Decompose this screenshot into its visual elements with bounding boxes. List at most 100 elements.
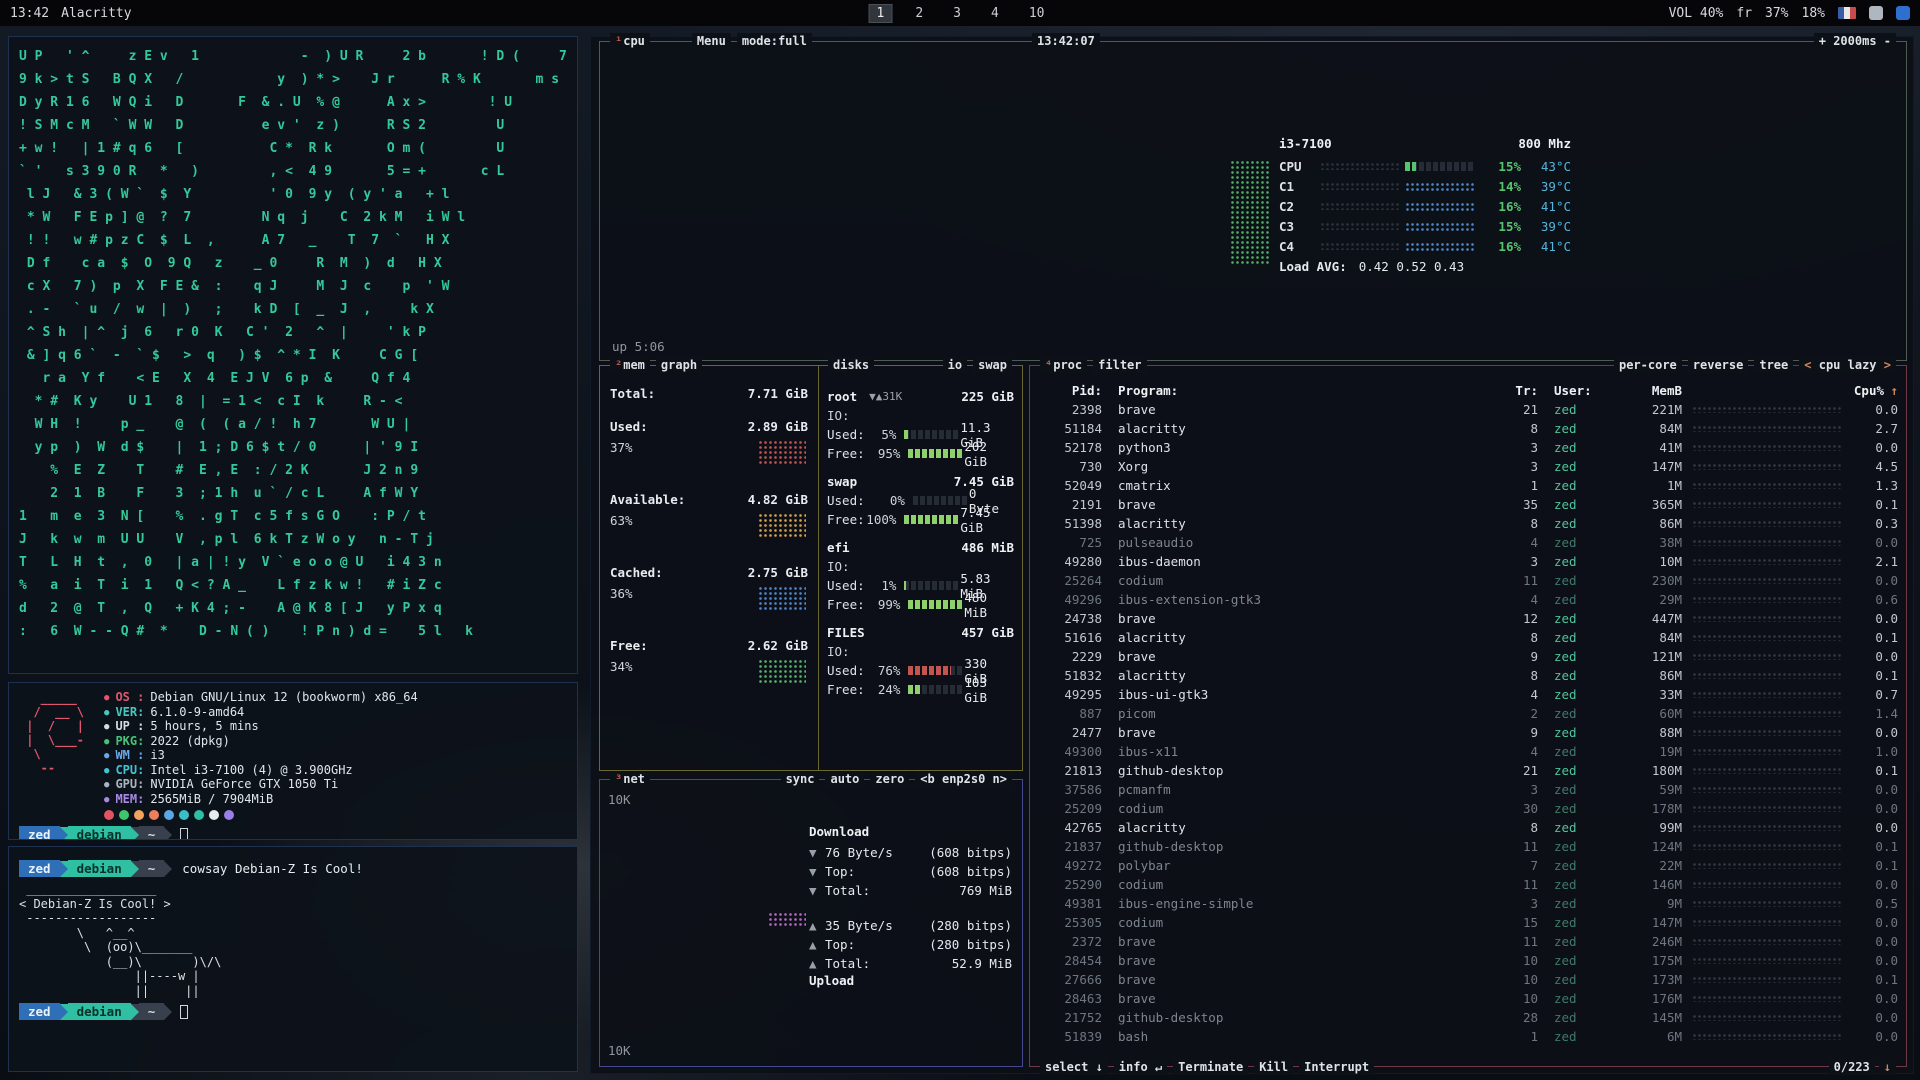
process-row[interactable]: 2477 brave 9 zed 88M 0.0: [1038, 723, 1898, 742]
process-row[interactable]: 52049 cmatrix 1 zed 1M 1.3: [1038, 476, 1898, 495]
cpu-core-row: C4 16% 41°C: [1279, 236, 1571, 256]
process-row[interactable]: 2398 brave 21 zed 221M 0.0: [1038, 400, 1898, 419]
proc-toggle-button[interactable]: per-core: [1614, 357, 1682, 373]
process-row[interactable]: 52178 python3 3 zed 41M 0.0: [1038, 438, 1898, 457]
proc-footer-button[interactable]: Terminate: [1173, 1059, 1248, 1075]
workspace-button[interactable]: 3: [946, 5, 968, 22]
header-threads[interactable]: Tr:: [1502, 383, 1538, 398]
update-interval-control[interactable]: + 2000ms -: [1814, 33, 1896, 49]
net-toggle-button[interactable]: sync: [781, 771, 820, 787]
process-row[interactable]: 24738 brave 12 zed 447M 0.0: [1038, 609, 1898, 628]
mem-panel-title: ²mem: [610, 357, 650, 373]
process-row[interactable]: 49280 ibus-daemon 3 zed 10M 2.1: [1038, 552, 1898, 571]
menu-button[interactable]: Menu: [692, 33, 731, 49]
process-row[interactable]: 51184 alacritty 8 zed 84M 2.7: [1038, 419, 1898, 438]
workspace-button[interactable]: 2: [908, 5, 930, 22]
tray-keyboard-icon[interactable]: [1869, 6, 1883, 20]
process-row[interactable]: 2229 brave 9 zed 121M 0.0: [1038, 647, 1898, 666]
fr-flag-icon[interactable]: [1838, 7, 1856, 19]
net-toggle-button[interactable]: auto: [825, 771, 864, 787]
process-name: codium: [1102, 915, 1502, 930]
proc-toggle-button[interactable]: reverse: [1688, 357, 1749, 373]
mode-button[interactable]: mode:full: [737, 33, 812, 49]
mem-entry-label: Available:: [610, 492, 685, 511]
process-row[interactable]: 49272 polybar 7 zed 22M 0.1: [1038, 856, 1898, 875]
process-row[interactable]: 730 Xorg 3 zed 147M 4.5: [1038, 457, 1898, 476]
process-mem: 124M: [1618, 839, 1682, 854]
net-stats: Download ▼ 76 Byte/s (608 bitps) ▼ Top: …: [809, 824, 1012, 992]
process-row[interactable]: 49296 ibus-extension-gtk3 4 zed 29M 0.6: [1038, 590, 1898, 609]
terminal-cmatrix[interactable]: U P ' ^ z E v 1 - ) U R 2 b ! D ( 7 9 k …: [8, 36, 578, 674]
disk-usage-meter: [908, 600, 964, 609]
process-mem: 22M: [1618, 858, 1682, 873]
cpu-panel: ¹cpu Menu mode:full 13:42:07 + 2000ms - …: [599, 41, 1907, 361]
process-row[interactable]: 49295 ibus-ui-gtk3 4 zed 33M 0.7: [1038, 685, 1898, 704]
process-row[interactable]: 25290 codium 11 zed 146M 0.0: [1038, 875, 1898, 894]
mem-entry-graph: [758, 659, 806, 683]
disk-usage-meter: [904, 581, 960, 590]
process-row[interactable]: 51839 bash 1 zed 6M 0.0: [1038, 1027, 1898, 1046]
fetch-info-line: ●PKG:2022 (dpkg): [104, 735, 418, 750]
net-toggle-button[interactable]: <b enp2s0 n>: [915, 771, 1012, 787]
workspace-button[interactable]: 4: [984, 5, 1006, 22]
process-row[interactable]: 49300 ibus-x11 4 zed 19M 1.0: [1038, 742, 1898, 761]
info-value: Intel i3-7100 (4) @ 3.900GHz: [150, 763, 352, 777]
disks-toggle-button[interactable]: io: [943, 357, 967, 373]
disk-size: 457 GiB: [961, 625, 1014, 640]
header-program[interactable]: Program:: [1102, 383, 1502, 398]
process-row[interactable]: 27666 brave 10 zed 173M 0.1: [1038, 970, 1898, 989]
process-threads: 15: [1502, 915, 1538, 930]
process-row[interactable]: 25305 codium 15 zed 147M 0.0: [1038, 913, 1898, 932]
process-pid: 52049: [1038, 478, 1102, 493]
process-row[interactable]: 25209 codium 30 zed 178M 0.0: [1038, 799, 1898, 818]
terminal-fetch[interactable]: _____ / __ \ | / | | \___- \ -- ●OS :Deb…: [8, 682, 578, 840]
process-row[interactable]: 49381 ibus-engine-simple 3 zed 9M 0.5: [1038, 894, 1898, 913]
proc-footer-button[interactable]: Kill: [1254, 1059, 1293, 1075]
proc-footer-button[interactable]: Interrupt: [1299, 1059, 1374, 1075]
workspace-button[interactable]: 10: [1022, 5, 1052, 22]
process-row[interactable]: 2372 brave 11 zed 246M 0.0: [1038, 932, 1898, 951]
mem-entry-value: 2.62 GiB: [748, 638, 808, 657]
process-row[interactable]: 887 picom 2 zed 60M 1.4: [1038, 704, 1898, 723]
process-cpu: 0.0: [1852, 725, 1898, 740]
scroll-down-icon[interactable]: ↓: [1879, 1059, 1896, 1075]
process-row[interactable]: 51616 alacritty 8 zed 84M 0.1: [1038, 628, 1898, 647]
sort-prev-icon: <: [1804, 358, 1811, 372]
process-cpu: 0.0: [1852, 1010, 1898, 1025]
disk-row: Free: 95% 202 GiB: [827, 444, 1014, 463]
process-row[interactable]: 28463 brave 10 zed 176M 0.0: [1038, 989, 1898, 1008]
terminal-cowsay[interactable]: zeddebian~cowsay Debian-Z Is Cool! _____…: [8, 846, 578, 1072]
disk-row: root ▼▲31K 225 GiB: [827, 387, 1014, 406]
sort-selector[interactable]: < cpu lazy >: [1799, 357, 1896, 373]
mem-entry-label: Cached:: [610, 565, 663, 584]
process-row[interactable]: 25264 codium 11 zed 230M 0.0: [1038, 571, 1898, 590]
process-row[interactable]: 21837 github-desktop 11 zed 124M 0.1: [1038, 837, 1898, 856]
tray-app-icon[interactable]: [1896, 6, 1910, 20]
header-cpu[interactable]: Cpu%: [1838, 383, 1884, 398]
disk-name: efi: [827, 540, 850, 555]
proc-footer-button[interactable]: info ↵: [1114, 1059, 1167, 1075]
process-row[interactable]: 51398 alacritty 8 zed 86M 0.3: [1038, 514, 1898, 533]
proc-footer-button[interactable]: select ↓: [1040, 1059, 1108, 1075]
sort-direction-icon[interactable]: ↑: [1884, 383, 1898, 398]
filter-button[interactable]: filter: [1093, 357, 1146, 373]
net-toggle-button[interactable]: zero: [870, 771, 909, 787]
btop-window[interactable]: ¹cpu Menu mode:full 13:42:07 + 2000ms - …: [590, 36, 1914, 1074]
process-row[interactable]: 37586 pcmanfm 3 zed 59M 0.0: [1038, 780, 1898, 799]
workspace-button[interactable]: 1: [869, 4, 893, 23]
process-row[interactable]: 21752 github-desktop 28 zed 145M 0.0: [1038, 1008, 1898, 1027]
header-mem[interactable]: MemB: [1618, 383, 1682, 398]
graph-toggle-button[interactable]: graph: [656, 357, 702, 373]
process-row[interactable]: 51832 alacritty 8 zed 86M 0.1: [1038, 666, 1898, 685]
disks-toggle-button[interactable]: swap: [973, 357, 1012, 373]
process-row[interactable]: 28454 brave 10 zed 175M 0.0: [1038, 951, 1898, 970]
process-row[interactable]: 42765 alacritty 8 zed 99M 0.0: [1038, 818, 1898, 837]
header-user[interactable]: User:: [1538, 383, 1618, 398]
header-pid[interactable]: Pid:: [1038, 383, 1102, 398]
proc-toggle-button[interactable]: tree: [1754, 357, 1793, 373]
memory-section: Total: 7.71 GiB Used: 2.89 GiB 37%: [610, 386, 808, 697]
process-row[interactable]: 21813 github-desktop 21 zed 180M 0.1: [1038, 761, 1898, 780]
process-row[interactable]: 2191 brave 35 zed 365M 0.1: [1038, 495, 1898, 514]
process-threads: 21: [1502, 763, 1538, 778]
process-row[interactable]: 725 pulseaudio 4 zed 38M 0.0: [1038, 533, 1898, 552]
